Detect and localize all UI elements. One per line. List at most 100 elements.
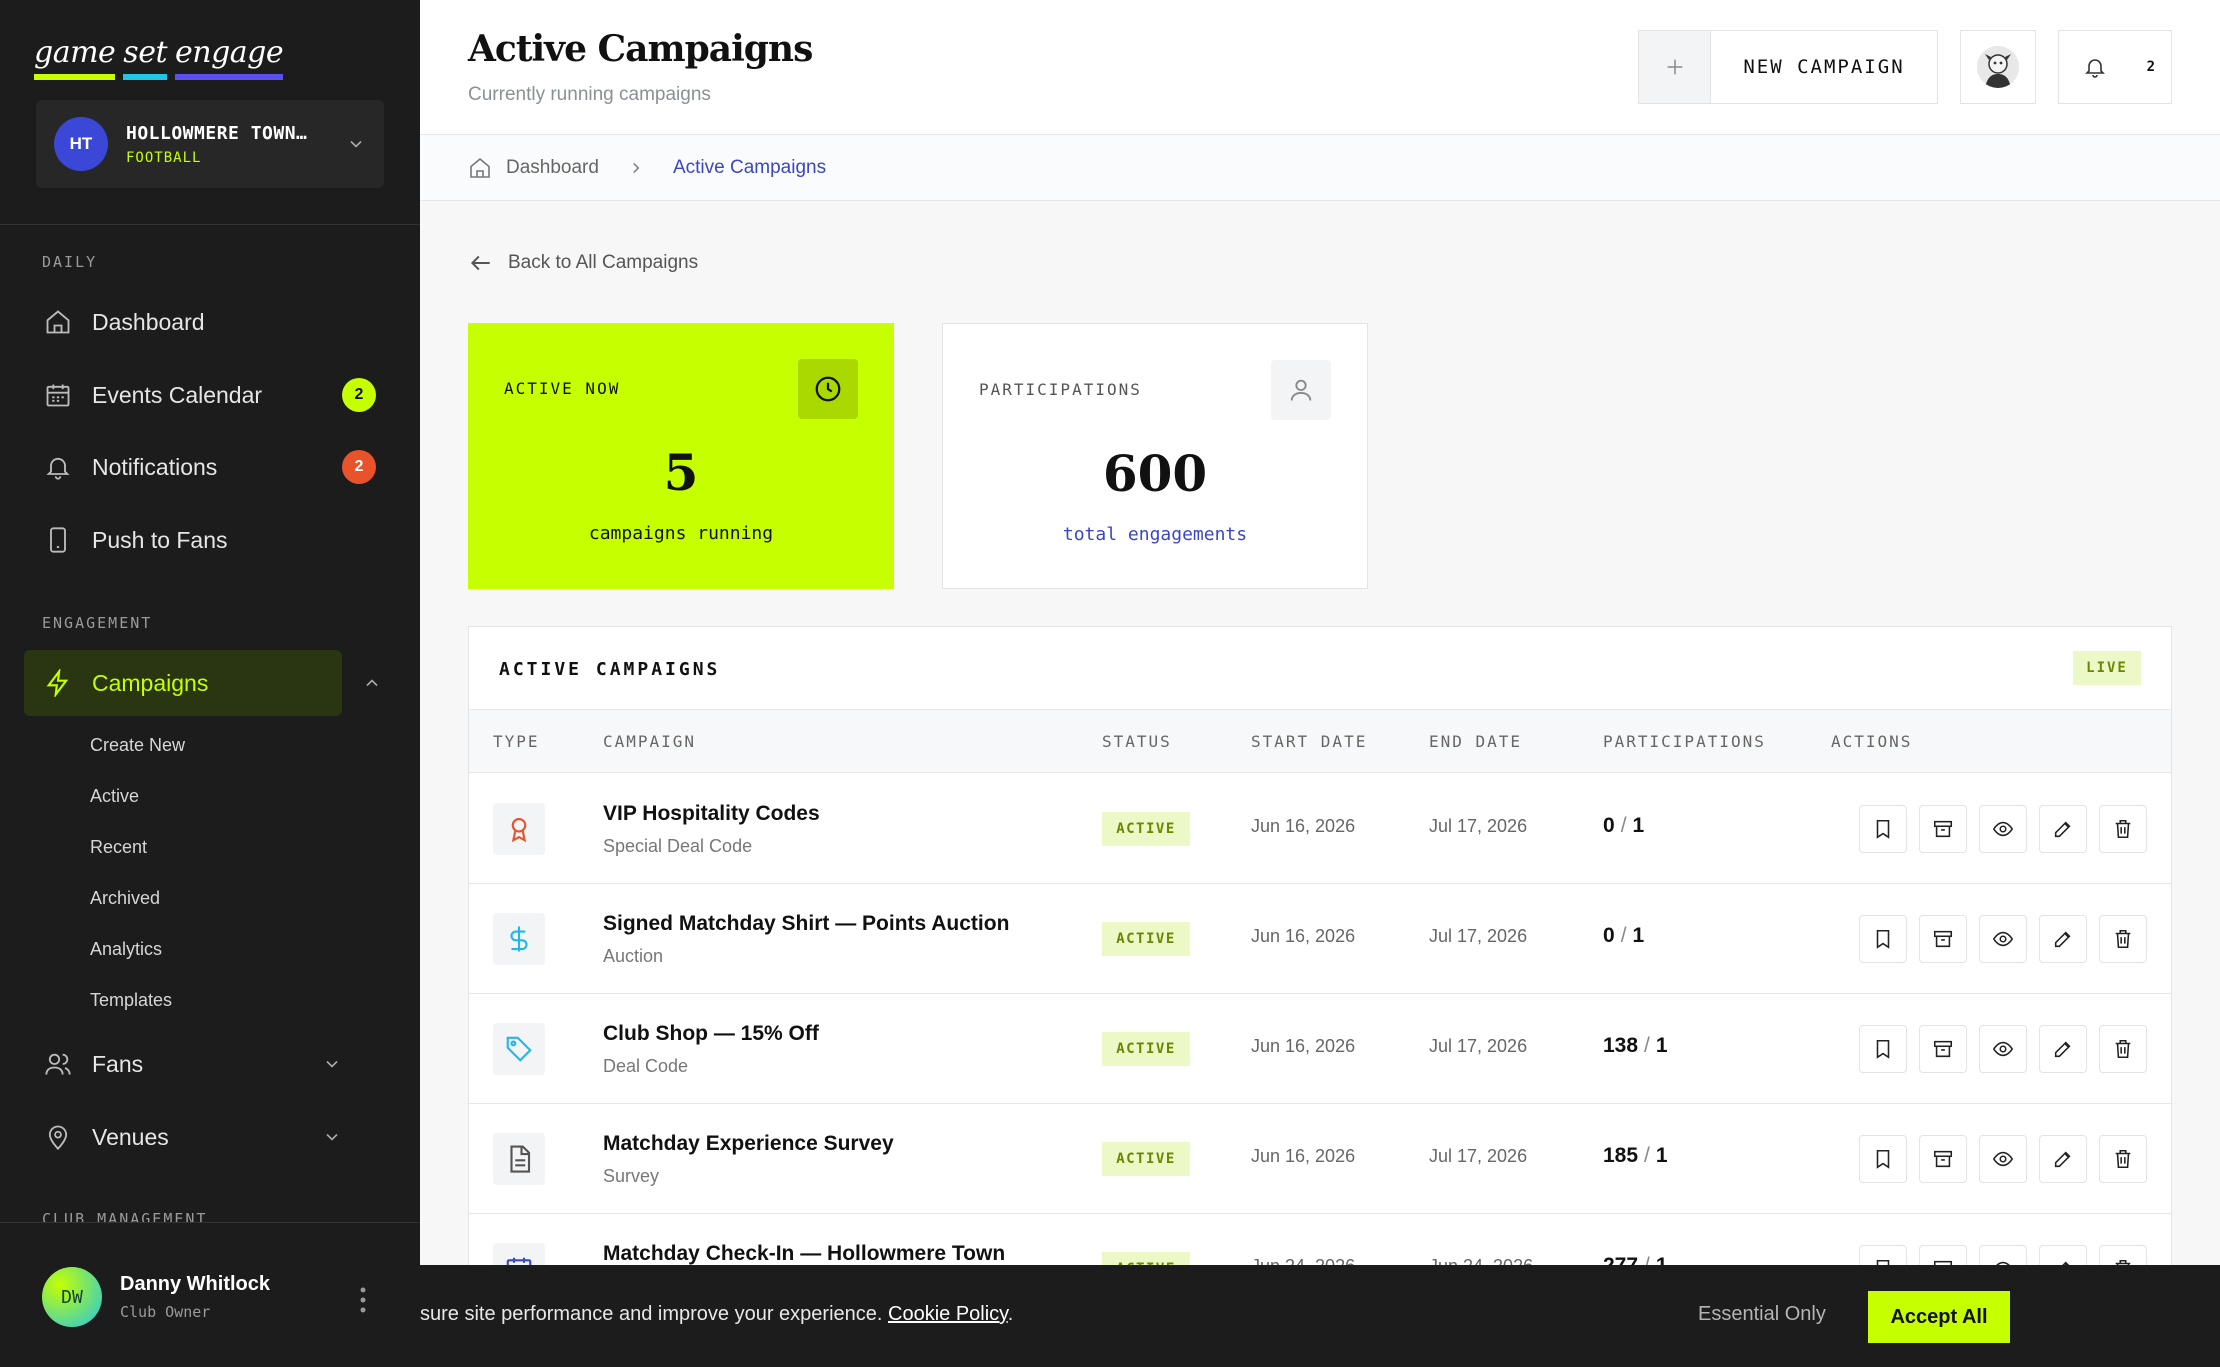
end-date: Jul 17, 2026 [1429, 926, 1528, 946]
campaign-type-icon [493, 803, 545, 855]
bookmark-icon [1876, 929, 1890, 949]
bookmark-button[interactable] [1859, 805, 1907, 853]
edit-button[interactable] [2039, 1135, 2087, 1183]
sidebar-sub-templates[interactable]: Templates [90, 990, 172, 1011]
sidebar-sub-analytics[interactable]: Analytics [90, 939, 162, 960]
table-row[interactable]: Signed Matchday Shirt — Points Auction A… [469, 884, 2171, 994]
user-profile[interactable]: DW Danny Whitlock Club Owner [0, 1222, 420, 1367]
campaign-name[interactable]: Matchday Check-In — Hollowmere Town [603, 1242, 1005, 1266]
row-actions [1859, 915, 2147, 963]
archive-button[interactable] [1919, 1135, 1967, 1183]
column-header: START DATE [1251, 732, 1368, 751]
sidebar-item-campaigns[interactable]: Campaigns [24, 650, 342, 716]
sidebar-sub-create-new[interactable]: Create New [90, 735, 185, 756]
club-switcher[interactable]: HT HOLLOWMERE TOWN… FOOTBALL [36, 100, 384, 188]
campaign-name[interactable]: Club Shop — 15% Off [603, 1022, 819, 1046]
status-badge: ACTIVE [1102, 922, 1190, 956]
campaign-type-icon [493, 913, 545, 965]
participation-separator: / [1620, 924, 1627, 947]
active-campaigns-table: ACTIVE CAMPAIGNS LIVE TYPE CAMPAIGN STAT… [468, 626, 2172, 1367]
section-label-engagement: ENGAGEMENT [42, 614, 153, 632]
view-button[interactable] [1979, 1135, 2027, 1183]
table-row[interactable]: Club Shop — 15% Off Deal Code ACTIVE Jun… [469, 994, 2171, 1104]
archive-icon [1933, 930, 1953, 948]
trash-icon [2115, 1039, 2131, 1059]
breadcrumb-current[interactable]: Active Campaigns [673, 157, 826, 179]
sidebar-item-push-to-fans[interactable]: Push to Fans [24, 507, 384, 573]
edit-button[interactable] [2039, 805, 2087, 853]
essential-only-button[interactable]: Essential Only [1698, 1303, 1826, 1326]
home-icon [470, 157, 490, 178]
delete-button[interactable] [2099, 805, 2147, 853]
participation-limit: 1 [1655, 1144, 1668, 1167]
delete-button[interactable] [2099, 1135, 2147, 1183]
start-date: Jun 16, 2026 [1251, 926, 1356, 946]
delete-button[interactable] [2099, 915, 2147, 963]
cookie-banner: sure site performance and improve your e… [420, 1265, 2220, 1367]
chevron-down-icon [326, 1060, 338, 1068]
archive-button[interactable] [1919, 805, 1967, 853]
dollar-icon [510, 926, 528, 952]
breadcrumb: Dashboard Active Campaigns [420, 135, 2220, 201]
divider [0, 224, 420, 225]
account-avatar-button[interactable] [1960, 30, 2036, 104]
bell-icon [2085, 59, 2105, 78]
accept-all-button[interactable]: Accept All [1868, 1291, 2010, 1343]
archive-button[interactable] [1919, 1025, 1967, 1073]
page-subtitle: Currently running campaigns [468, 84, 711, 105]
logo-word-game: game [34, 35, 116, 80]
cookie-policy-link[interactable]: Cookie Policy [888, 1303, 1008, 1325]
sidebar-item-notifications[interactable]: Notifications 2 [24, 434, 384, 500]
brand-logo[interactable]: game set engage [34, 35, 284, 80]
campaign-name[interactable]: Signed Matchday Shirt — Points Auction [603, 912, 1009, 936]
new-campaign-button[interactable]: NEW CAMPAIGN [1638, 30, 1938, 104]
delete-button[interactable] [2099, 1025, 2147, 1073]
view-button[interactable] [1979, 805, 2027, 853]
row-actions [1859, 1135, 2147, 1183]
status-badge: ACTIVE [1102, 1142, 1190, 1176]
sidebar-item-venues[interactable]: Venues [24, 1104, 384, 1170]
sidebar-sub-active[interactable]: Active [90, 786, 139, 807]
end-date: Jul 17, 2026 [1429, 1036, 1528, 1056]
bookmark-icon [1876, 819, 1890, 839]
chevron-down-icon [326, 1133, 338, 1141]
table-row[interactable]: Matchday Experience Survey Survey ACTIVE… [469, 1104, 2171, 1214]
notifications-button[interactable]: 2 [2058, 30, 2172, 104]
bookmark-button[interactable] [1859, 1025, 1907, 1073]
sidebar-sub-recent[interactable]: Recent [90, 837, 147, 858]
campaign-name[interactable]: Matchday Experience Survey [603, 1132, 894, 1156]
participation-limit: 1 [1632, 814, 1645, 837]
column-header: ACTIONS [1831, 732, 1913, 751]
lightning-icon [46, 669, 69, 697]
bookmark-button[interactable] [1859, 1135, 1907, 1183]
back-link[interactable]: Back to All Campaigns [468, 250, 698, 276]
archive-button[interactable] [1919, 915, 1967, 963]
award-icon [511, 817, 527, 843]
campaign-name[interactable]: VIP Hospitality Codes [603, 802, 820, 826]
more-vertical-icon[interactable] [355, 1285, 371, 1315]
sidebar-item-fans[interactable]: Fans [24, 1031, 384, 1097]
bookmark-icon [1876, 1039, 1890, 1059]
user-icon [1271, 360, 1331, 420]
sidebar-sub-archived[interactable]: Archived [90, 888, 160, 909]
view-button[interactable] [1979, 1025, 2027, 1073]
page-header: Active Campaigns Currently running campa… [420, 0, 2220, 135]
cookie-message: sure site performance and improve your e… [420, 1303, 1013, 1326]
sidebar-item-dashboard[interactable]: Dashboard [24, 289, 384, 355]
breadcrumb-dashboard[interactable]: Dashboard [506, 157, 599, 179]
sidebar: game set engage HT HOLLOWMERE TOWN… FOOT… [0, 0, 420, 1367]
edit-button[interactable] [2039, 915, 2087, 963]
sidebar-item-events-calendar[interactable]: Events Calendar 2 [24, 362, 384, 428]
column-header: PARTICIPATIONS [1603, 732, 1766, 751]
participations: 138/1 [1603, 1034, 1668, 1058]
user-name: Danny Whitlock [120, 1273, 271, 1295]
edit-button[interactable] [2039, 1025, 2087, 1073]
end-date: Jul 17, 2026 [1429, 1146, 1528, 1166]
end-date: Jul 17, 2026 [1429, 816, 1528, 836]
cookie-text: sure site performance and improve your e… [420, 1303, 883, 1325]
bookmark-button[interactable] [1859, 915, 1907, 963]
chevron-up-icon[interactable] [362, 673, 382, 693]
table-row[interactable]: VIP Hospitality Codes Special Deal Code … [469, 774, 2171, 884]
view-button[interactable] [1979, 915, 2027, 963]
club-avatar: HT [54, 117, 108, 171]
